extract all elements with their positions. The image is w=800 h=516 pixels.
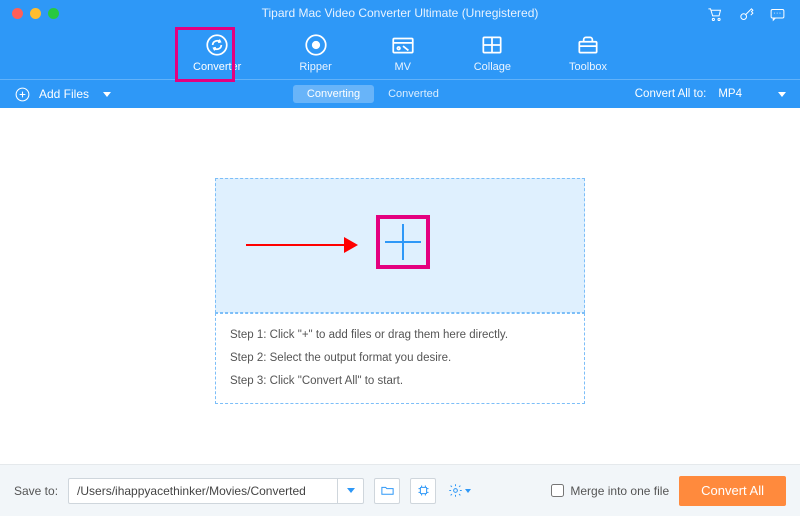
- settings-button[interactable]: [446, 478, 472, 504]
- instruction-step-1: Step 1: Click "+" to add files or drag t…: [230, 324, 570, 347]
- plus-circle-icon: [14, 86, 31, 103]
- chevron-down-icon[interactable]: [103, 92, 111, 97]
- hardware-accel-button[interactable]: [410, 478, 436, 504]
- instructions-panel: Step 1: Click "+" to add files or drag t…: [215, 313, 585, 404]
- segment-converting[interactable]: Converting: [293, 85, 374, 103]
- collage-icon: [479, 32, 505, 58]
- convert-all-to-label: Convert All to:: [635, 88, 707, 100]
- save-to-label: Save to:: [14, 484, 58, 498]
- folder-icon: [380, 483, 395, 498]
- save-path-dropdown[interactable]: [338, 478, 364, 504]
- add-file-plus-icon[interactable]: [385, 224, 421, 260]
- toolbox-icon: [575, 32, 601, 58]
- tab-label: Ripper: [299, 61, 331, 73]
- merge-into-one-file-checkbox[interactable]: Merge into one file: [551, 484, 669, 498]
- chevron-down-icon: [347, 488, 355, 493]
- key-icon[interactable]: [738, 6, 755, 28]
- tab-label: Collage: [474, 61, 511, 73]
- tab-ripper[interactable]: Ripper: [299, 32, 331, 73]
- cart-icon[interactable]: [707, 6, 724, 28]
- main-tab-bar: Converter Ripper MV Collage Toolbox: [0, 32, 800, 79]
- annotation-arrow: [246, 237, 366, 253]
- output-format-value: MP4: [718, 88, 742, 100]
- convert-all-button[interactable]: Convert All: [679, 476, 786, 506]
- tab-label: Converter: [193, 61, 241, 73]
- chat-icon[interactable]: [769, 6, 786, 28]
- tab-toolbox[interactable]: Toolbox: [569, 32, 607, 73]
- instruction-step-3: Step 3: Click "Convert All" to start.: [230, 370, 570, 393]
- merge-checkbox-input[interactable]: [551, 484, 564, 497]
- segment-control: Converting Converted: [293, 85, 453, 103]
- instruction-step-2: Step 2: Select the output format you des…: [230, 347, 570, 370]
- merge-label: Merge into one file: [570, 484, 669, 498]
- save-path-input[interactable]: [68, 478, 338, 504]
- mv-icon: [390, 32, 416, 58]
- output-format-dropdown[interactable]: MP4: [718, 88, 786, 100]
- chip-icon: [416, 483, 431, 498]
- tab-converter[interactable]: Converter: [193, 32, 241, 73]
- tab-collage[interactable]: Collage: [474, 32, 511, 73]
- chevron-down-icon: [778, 92, 786, 97]
- file-dropzone[interactable]: [215, 178, 585, 313]
- add-files-button[interactable]: Add Files: [14, 86, 111, 103]
- annotation-highlight-plus: [376, 215, 430, 269]
- segment-converted[interactable]: Converted: [374, 85, 453, 103]
- gear-icon: [448, 483, 463, 498]
- open-folder-button[interactable]: [374, 478, 400, 504]
- add-files-label: Add Files: [39, 87, 89, 101]
- window-title: Tipard Mac Video Converter Ultimate (Unr…: [0, 6, 800, 20]
- tab-label: Toolbox: [569, 61, 607, 73]
- tab-mv[interactable]: MV: [390, 32, 416, 73]
- tab-label: MV: [394, 61, 411, 73]
- converter-icon: [204, 32, 230, 58]
- ripper-icon: [303, 32, 329, 58]
- chevron-down-icon: [465, 489, 471, 493]
